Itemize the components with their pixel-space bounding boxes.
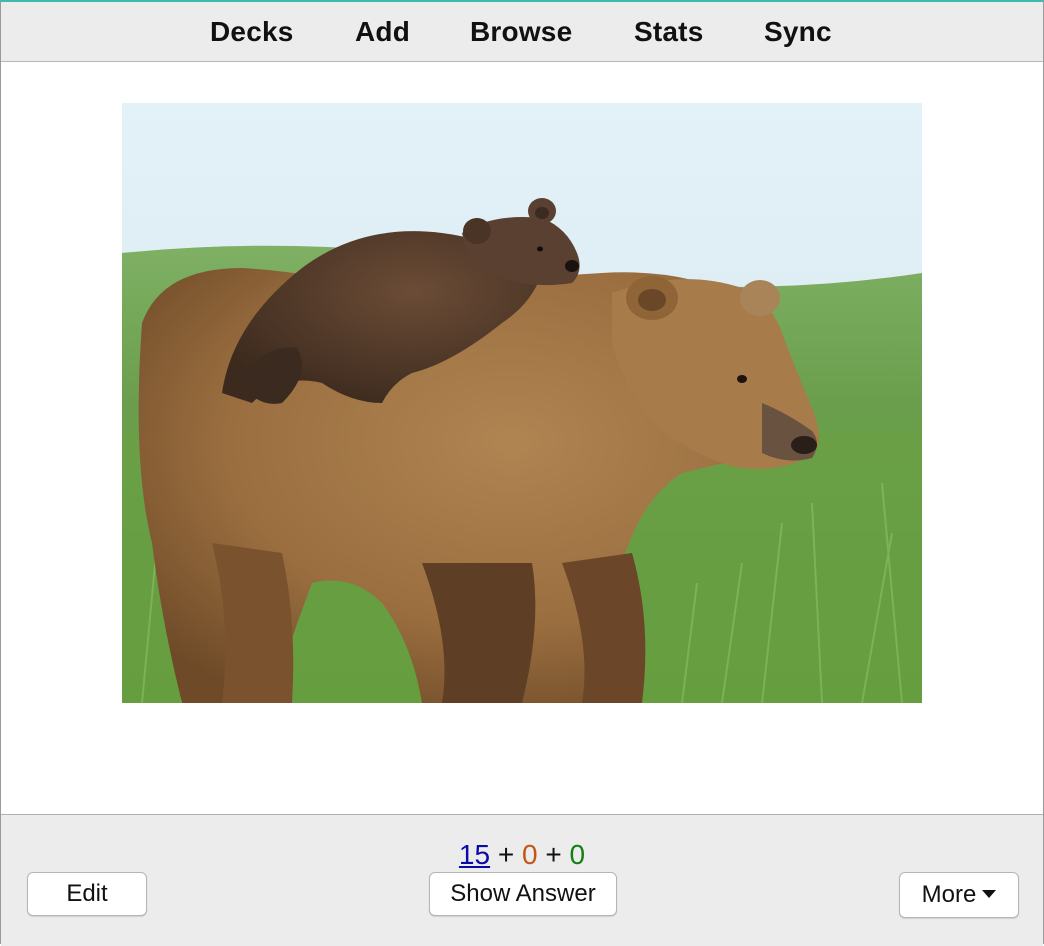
caret-down-icon [982, 889, 997, 898]
new-count[interactable]: 15 [459, 839, 490, 870]
nav-sync-link[interactable]: Sync [764, 16, 832, 48]
more-button-label: More [921, 881, 977, 908]
show-answer-button[interactable]: Show Answer [429, 872, 617, 916]
count-separator: + [545, 839, 562, 870]
learn-count: 0 [522, 839, 538, 870]
nav-browse-link[interactable]: Browse [470, 16, 572, 48]
edit-button[interactable]: Edit [27, 872, 147, 916]
top-toolbar: Decks Add Browse Stats Sync [1, 2, 1043, 62]
card-image-bears [122, 103, 922, 703]
nav-add-link[interactable]: Add [355, 16, 410, 48]
anki-review-window: Decks Add Browse Stats Sync 15 + 0 + 0 E… [0, 0, 1044, 946]
review-count: 0 [569, 839, 586, 870]
bottom-bar: 15 + 0 + 0 Edit Show Answer More [1, 814, 1043, 946]
more-button[interactable]: More [899, 872, 1019, 918]
nav-decks-link[interactable]: Decks [210, 16, 294, 48]
count-separator: + [497, 839, 515, 870]
nav-stats-link[interactable]: Stats [634, 16, 703, 48]
card-question-area [1, 62, 1043, 814]
due-counts: 15 + 0 + 0 [1, 839, 1043, 871]
